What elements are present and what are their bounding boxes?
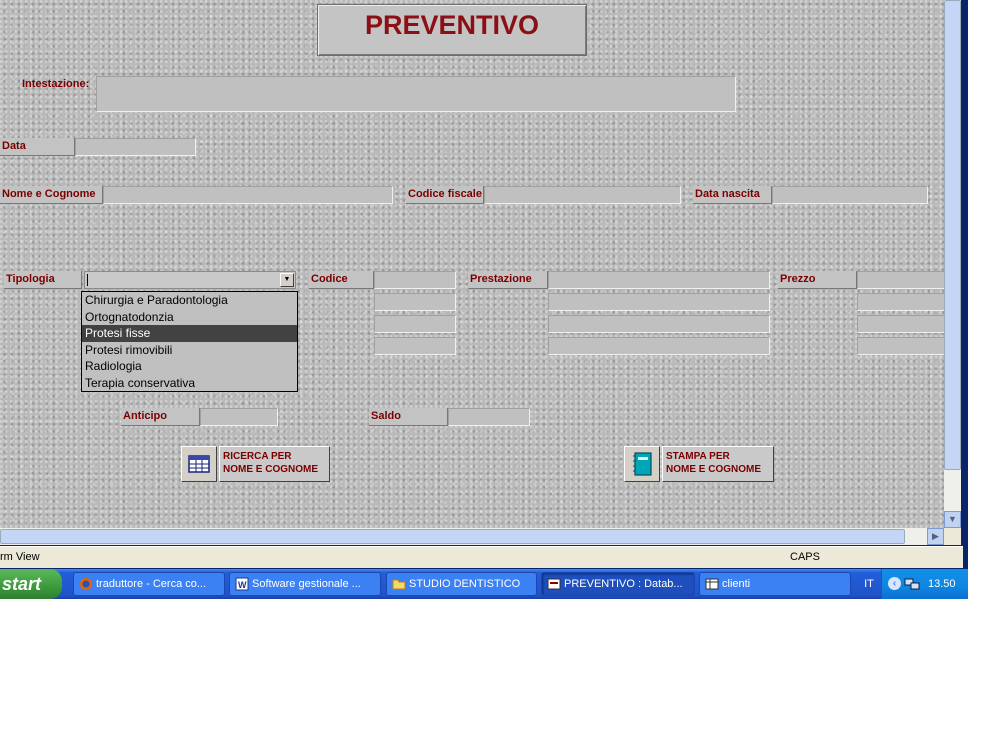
svg-text:W: W	[238, 580, 247, 590]
intestazione-label: Intestazione:	[22, 78, 90, 90]
data-label: Data	[0, 138, 75, 156]
scroll-corner	[944, 528, 961, 545]
tray-expand-icon[interactable]: ‹	[888, 577, 901, 590]
prezzo-field[interactable]	[857, 315, 944, 333]
data-nascita-label: Data nascita	[693, 186, 772, 204]
status-view-text: rm View	[0, 551, 40, 563]
tipologia-combobox[interactable]: ▼	[84, 271, 296, 289]
nome-cognome-field[interactable]	[103, 186, 393, 204]
stampa-button[interactable]: STAMPA PER NOME E COGNOME	[662, 446, 774, 482]
dropdown-arrow-icon[interactable]: ▼	[280, 273, 294, 287]
taskbar-item-label: Software gestionale ...	[252, 578, 361, 590]
word-doc-icon: W	[235, 577, 249, 591]
codice-label: Codice	[309, 271, 374, 289]
taskbar-item-software[interactable]: W Software gestionale ...	[229, 572, 381, 596]
prestazione-field[interactable]	[548, 337, 770, 355]
access-form-icon	[547, 578, 561, 590]
tipologia-option-selected[interactable]: Protesi fisse	[82, 325, 297, 342]
prestazione-field[interactable]	[548, 315, 770, 333]
firefox-icon	[80, 578, 92, 590]
taskbar-item-traduttore[interactable]: traduttore - Cerca co...	[73, 572, 225, 596]
taskbar: start traduttore - Cerca co... W Softwar…	[0, 569, 968, 599]
codice-field[interactable]	[374, 293, 456, 311]
taskbar-item-preventivo[interactable]: PREVENTIVO : Datab...	[541, 572, 695, 596]
vertical-scrollbar[interactable]: ▼	[944, 0, 961, 528]
prestazione-label: Prestazione	[468, 271, 548, 289]
tipologia-option[interactable]: Ortognatodonzia	[82, 309, 297, 326]
language-indicator[interactable]: IT	[857, 569, 881, 599]
data-field[interactable]	[75, 138, 196, 156]
prezzo-field[interactable]	[857, 337, 944, 355]
prezzo-field[interactable]	[857, 271, 944, 289]
taskbar-item-label: clienti	[722, 578, 751, 590]
access-table-icon	[705, 578, 719, 590]
intestazione-field[interactable]	[96, 76, 736, 112]
folder-icon	[392, 579, 406, 590]
caps-indicator: CAPS	[790, 551, 820, 563]
status-bar: rm View CAPS	[0, 546, 963, 568]
taskbar-item-label: STUDIO DENTISTICO	[409, 578, 521, 590]
taskbar-item-clienti[interactable]: clienti	[699, 572, 851, 596]
prestazione-field[interactable]	[548, 293, 770, 311]
vertical-scroll-thumb[interactable]	[944, 0, 961, 470]
codice-field[interactable]	[374, 271, 456, 289]
prezzo-field[interactable]	[857, 293, 944, 311]
prestazione-field[interactable]	[548, 271, 770, 289]
horizontal-scroll-thumb[interactable]	[0, 529, 905, 544]
prezzo-label: Prezzo	[778, 271, 857, 289]
horizontal-scrollbar[interactable]: ▶	[0, 528, 944, 545]
tipologia-dropdown-list[interactable]: Chirurgia e Paradontologia Ortognatodonz…	[81, 291, 298, 392]
data-nascita-field[interactable]	[772, 186, 928, 204]
codice-fiscale-label: Codice fiscale	[406, 186, 484, 204]
table-search-icon	[188, 455, 210, 473]
anticipo-field[interactable]	[200, 408, 278, 426]
tipologia-option[interactable]: Radiologia	[82, 358, 297, 375]
anticipo-label: Anticipo	[121, 408, 200, 426]
text-caret	[87, 274, 88, 286]
saldo-label: Saldo	[369, 408, 448, 426]
tipologia-option[interactable]: Terapia conservativa	[82, 375, 297, 392]
form-title: PREVENTIVO	[317, 4, 587, 56]
codice-field[interactable]	[374, 337, 456, 355]
codice-fiscale-field[interactable]	[484, 186, 681, 204]
ricerca-button[interactable]: RICERCA PER NOME E COGNOME	[219, 446, 330, 482]
network-icon[interactable]	[904, 576, 920, 592]
codice-field[interactable]	[374, 315, 456, 333]
system-tray: ‹ 13.50	[881, 569, 968, 599]
tipologia-option[interactable]: Protesi rimovibili	[82, 342, 297, 359]
tipologia-option[interactable]: Chirurgia e Paradontologia	[82, 292, 297, 309]
clock[interactable]: 13.50	[928, 569, 956, 599]
scroll-right-icon[interactable]: ▶	[927, 528, 944, 545]
taskbar-item-studio[interactable]: STUDIO DENTISTICO	[386, 572, 537, 596]
nome-cognome-label: Nome e Cognome	[0, 186, 103, 204]
notebook-icon	[633, 452, 652, 476]
preventivo-form: PREVENTIVO Intestazione: Data Nome e Cog…	[0, 0, 944, 528]
ricerca-icon-button[interactable]	[181, 446, 217, 482]
saldo-field[interactable]	[448, 408, 530, 426]
taskbar-item-label: PREVENTIVO : Datab...	[564, 578, 683, 590]
tipologia-label: Tipologia	[4, 271, 82, 289]
start-button[interactable]: start	[0, 569, 62, 599]
stampa-icon-button[interactable]	[624, 446, 660, 482]
access-window: PREVENTIVO Intestazione: Data Nome e Cog…	[0, 0, 968, 599]
taskbar-item-label: traduttore - Cerca co...	[96, 578, 207, 590]
scroll-down-icon[interactable]: ▼	[944, 511, 961, 528]
